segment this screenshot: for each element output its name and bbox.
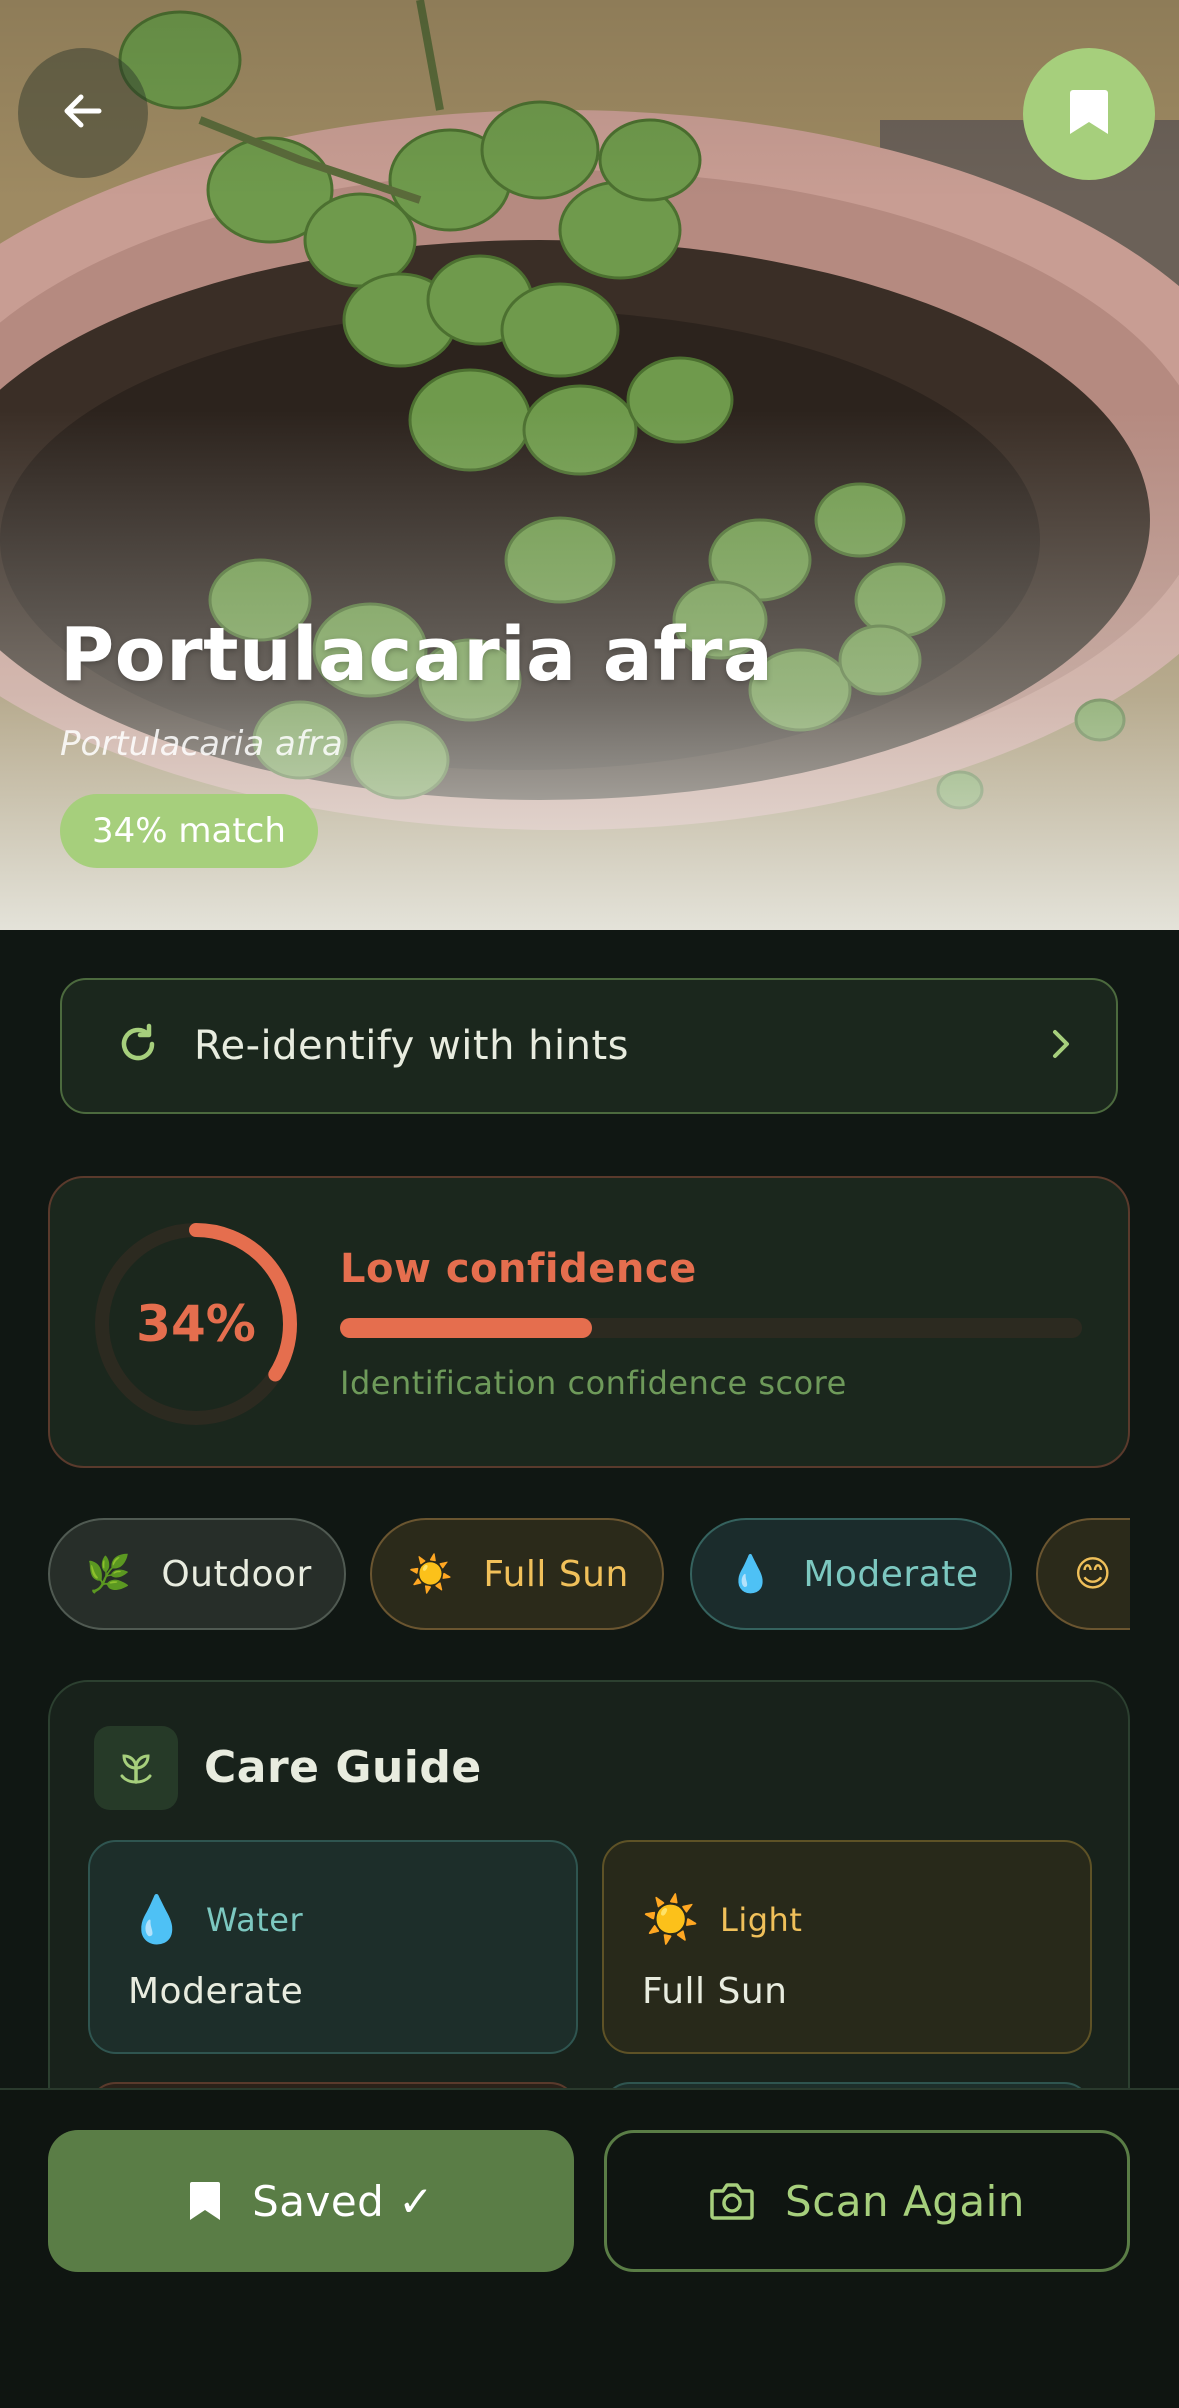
bookmark-icon xyxy=(188,2180,222,2222)
chip-label: Outdoor xyxy=(161,1553,312,1595)
confidence-bar xyxy=(340,1318,1082,1338)
scan-again-label: Scan Again xyxy=(785,2176,1025,2226)
back-button[interactable] xyxy=(18,48,148,178)
plant-common-name: Portulacaria afra xyxy=(60,612,774,698)
saved-button[interactable]: Saved ✓ xyxy=(48,2130,574,2272)
chip-label: Moderate xyxy=(803,1553,979,1595)
confidence-percent: 34% xyxy=(136,1295,256,1353)
match-badge: 34% match xyxy=(60,794,318,868)
care-guide-title: Care Guide xyxy=(204,1742,482,1793)
confidence-caption: Identification confidence score xyxy=(340,1364,847,1402)
hero-top-shade xyxy=(0,0,1179,200)
chevron-right-icon xyxy=(1046,1026,1076,1066)
chip-full-sun[interactable]: ☀️ Full Sun xyxy=(370,1518,664,1630)
scan-again-button[interactable]: Scan Again xyxy=(604,2130,1130,2272)
chip-difficulty[interactable]: 😊 xyxy=(1036,1518,1130,1630)
chip-outdoor[interactable]: 🌿 Outdoor xyxy=(48,1518,346,1630)
water-drop-icon: 💧 xyxy=(728,1554,774,1595)
bookmark-button[interactable] xyxy=(1023,48,1155,180)
arrow-left-icon xyxy=(59,87,107,139)
confidence-level: Low confidence xyxy=(340,1246,697,1292)
camera-icon xyxy=(709,2181,755,2221)
bookmark-icon xyxy=(1067,86,1111,142)
leaf-icon: 🌿 xyxy=(86,1554,132,1595)
sprout-icon xyxy=(94,1726,178,1810)
plant-photo-hero: Portulacaria afra Portulacaria afra 34% … xyxy=(0,0,1179,930)
reidentify-label: Re-identify with hints xyxy=(194,1023,629,1069)
chip-moderate[interactable]: 💧 Moderate xyxy=(690,1518,1012,1630)
care-tile-light: ☀️ Light Full Sun xyxy=(602,1840,1092,2054)
chip-label: Full Sun xyxy=(483,1553,629,1595)
care-tile-value: Moderate xyxy=(128,1971,304,2012)
attribute-chips: 🌿 Outdoor ☀️ Full Sun 💧 Moderate 😊 xyxy=(48,1516,1130,1632)
confidence-bar-fill xyxy=(340,1318,593,1338)
bottom-action-bar: Saved ✓ Scan Again xyxy=(0,2088,1179,2408)
plant-result-screen: Portulacaria afra Portulacaria afra 34% … xyxy=(0,0,1179,2408)
saved-label: Saved ✓ xyxy=(252,2176,434,2226)
refresh-icon xyxy=(116,1022,160,1070)
care-tile-water: 💧 Water Moderate xyxy=(88,1840,578,2054)
care-tile-name: Water xyxy=(206,1900,304,1939)
care-tile-name: Light xyxy=(720,1900,803,1939)
plant-scientific-name: Portulacaria afra xyxy=(60,724,343,764)
sun-icon: ☀️ xyxy=(408,1554,454,1595)
confidence-card: 34% Low confidence Identification confid… xyxy=(48,1176,1130,1468)
reidentify-button[interactable]: Re-identify with hints xyxy=(60,978,1118,1114)
water-drop-icon: 💧 xyxy=(128,1892,186,1946)
care-tile-value: Full Sun xyxy=(642,1971,788,2012)
sun-icon: ☀️ xyxy=(642,1892,700,1946)
smile-icon: 😊 xyxy=(1074,1553,1113,1595)
